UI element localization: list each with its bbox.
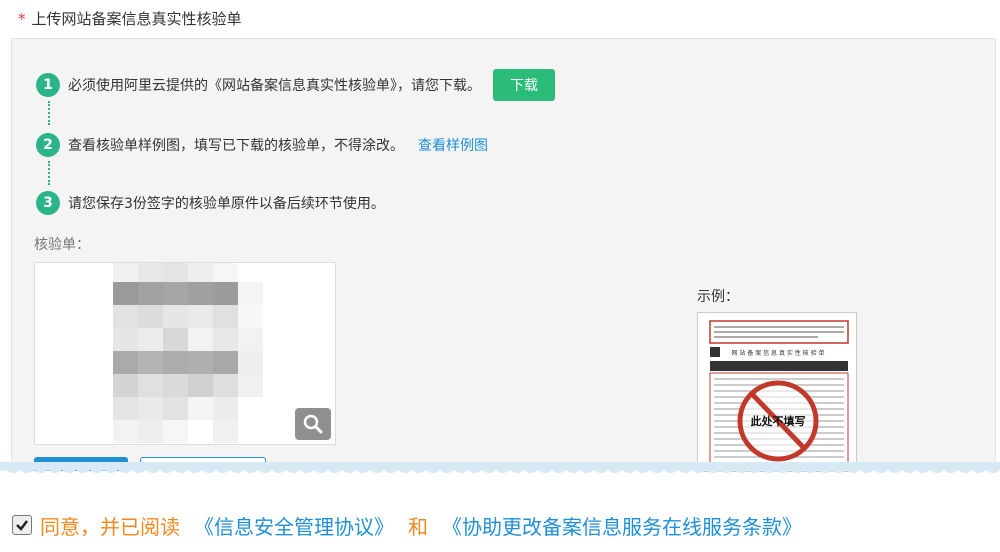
example-form-image: 网 站 备 案 信 息 真 实 性 核 验 单 此处不填写 — [697, 312, 857, 472]
uploaded-image-preview — [34, 262, 336, 445]
section-title-text: 上传网站备案信息真实性核验单 — [31, 10, 242, 28]
step-2-text: 查看核验单样例图，填写已下载的核验单，不得涂改。 — [68, 138, 404, 154]
agree-text: 同意，并已阅读 — [40, 514, 180, 539]
upload-panel: 1 必须使用阿里云提供的《网站备案信息真实性核验单》，请您下载。 下载 2 查看… — [11, 38, 996, 472]
agree-checkbox[interactable] — [12, 515, 32, 535]
agreement-row: 同意，并已阅读 《信息安全管理协议》 和 《协助更改备案信息服务在线服务条款》 — [12, 510, 802, 540]
example-label: 示例： — [697, 289, 739, 305]
checkmark-icon — [16, 520, 28, 531]
sample-form-stamp: 此处不填写 — [751, 414, 806, 428]
required-mark: * — [18, 10, 26, 28]
step-number-3: 3 — [36, 191, 60, 215]
service-terms-link[interactable]: 《协助更改备案信息服务在线服务条款》 — [442, 511, 802, 540]
step-1: 1 必须使用阿里云提供的《网站备案信息真实性核验单》，请您下载。 下载 — [36, 69, 555, 101]
security-agreement-link[interactable]: 《信息安全管理协议》 — [194, 511, 394, 540]
step-3: 3 请您保存3份签字的核验单原件以备后续环节使用。 — [36, 190, 385, 216]
step-2: 2 查看核验单样例图，填写已下载的核验单，不得涂改。 查看样例图 — [36, 132, 488, 158]
sample-form-header: 网 站 备 案 信 息 真 实 性 核 验 单 — [732, 349, 825, 357]
step-connector — [48, 101, 50, 125]
torn-edge — [0, 462, 1000, 473]
section-title: * 上传网站备案信息真实性核验单 — [18, 8, 242, 29]
step-3-text: 请您保存3份签字的核验单原件以备后续环节使用。 — [68, 196, 385, 212]
step-number-2: 2 — [36, 133, 60, 157]
verification-form-label: 核验单： — [34, 237, 90, 253]
step-1-text: 必须使用阿里云提供的《网站备案信息真实性核验单》，请您下载。 — [68, 78, 481, 94]
view-sample-link[interactable]: 查看样例图 — [418, 135, 488, 155]
conjunction-text: 和 — [408, 514, 428, 539]
step-number-1: 1 — [36, 73, 60, 97]
sample-form-thumbnail: 网 站 备 案 信 息 真 实 性 核 验 单 此处不填写 — [709, 320, 849, 470]
blurred-image — [113, 263, 263, 443]
step-connector — [48, 161, 50, 185]
magnifier-icon — [303, 414, 323, 434]
zoom-button[interactable] — [295, 408, 331, 440]
download-button[interactable]: 下载 — [493, 69, 555, 101]
